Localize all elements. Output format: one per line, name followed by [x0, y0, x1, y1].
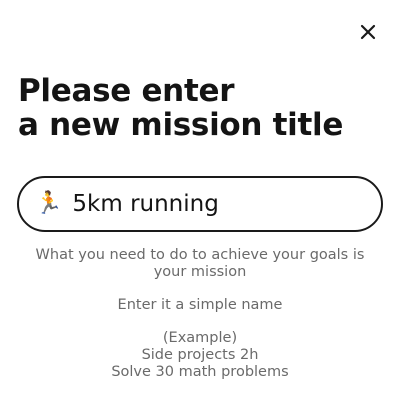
guidance-description: What you need to do to achieve your goal… [35, 247, 365, 280]
page-title: Please enter a new mission title [18, 74, 388, 142]
example-item: Side projects 2h [141, 347, 259, 363]
close-icon [360, 24, 376, 40]
runner-icon: 🏃 [35, 191, 63, 216]
page-title-line-2: a new mission title [18, 107, 344, 143]
guidance-text: What you need to do to achieve your goal… [0, 247, 400, 381]
guidance-instruction: Enter it a simple name [117, 297, 283, 313]
page-title-line-1: Please enter [18, 73, 235, 109]
example-heading: (Example) [162, 330, 238, 346]
mission-title-input[interactable]: 🏃 5km running [17, 176, 383, 232]
example-item: Solve 30 math problems [111, 364, 289, 380]
close-button[interactable] [356, 20, 380, 44]
mission-title-value[interactable]: 5km running [72, 191, 218, 217]
